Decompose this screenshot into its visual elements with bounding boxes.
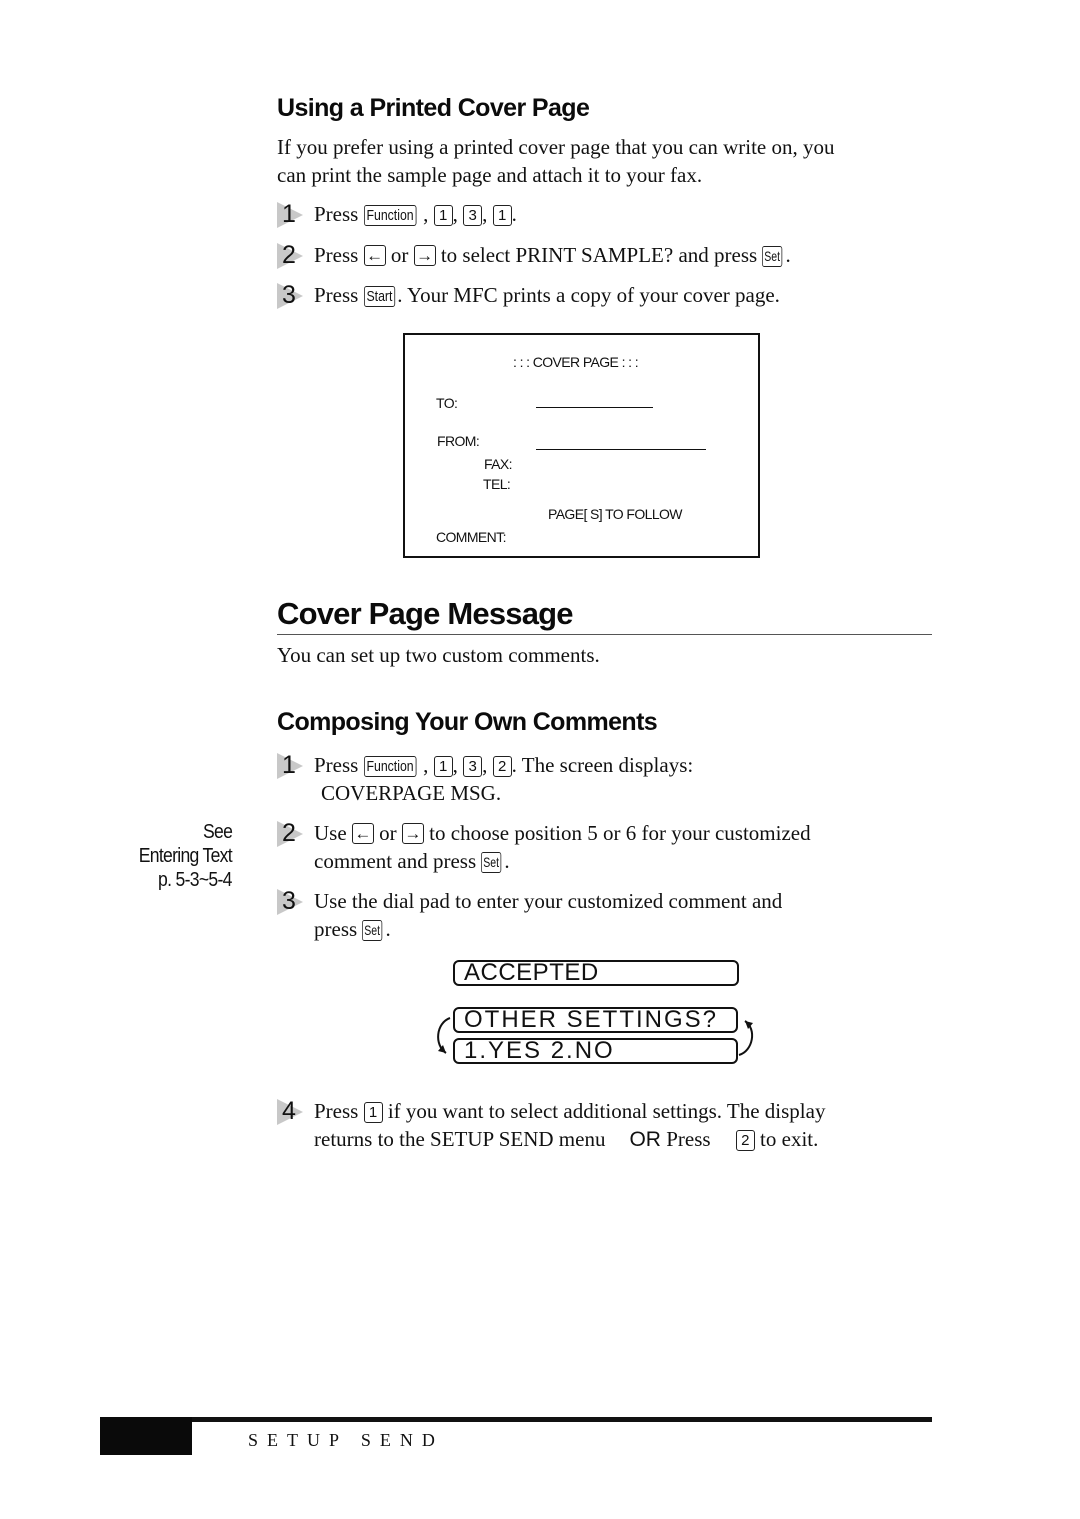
step-text: returns to the SETUP SEND menu	[314, 1127, 606, 1151]
right-arrow-key-icon: →	[401, 823, 424, 844]
lcd-other-settings: OTHER SETTINGS?	[453, 1007, 738, 1033]
sidebar-note-see: See	[202, 821, 233, 843]
to-line	[536, 407, 653, 408]
step-text: .	[785, 243, 791, 267]
step-text: . Your MFC prints a copy of your cover p…	[397, 283, 780, 307]
step-number: 2	[282, 819, 296, 847]
page-title-cover-page-message: Cover Page Message	[277, 596, 574, 631]
step-marker: 1	[277, 751, 307, 779]
step-text: if you want to select additional setting…	[382, 1099, 826, 1123]
step-marker: 2	[277, 819, 307, 847]
set-key: Set	[362, 920, 383, 941]
sidebar-note-page-ref: p. 5-3~5-4	[158, 869, 232, 891]
step-number: 4	[282, 1097, 296, 1125]
step-text: .	[385, 917, 391, 941]
step-text: Use the dial pad to enter your customize…	[314, 889, 783, 913]
cover-title: : : : COVER PAGE : : :	[513, 354, 639, 370]
footer-rule	[100, 1417, 932, 1422]
step-text: Press	[314, 1099, 364, 1123]
cycle-arrow-right-icon	[738, 1020, 754, 1056]
intro-paragraph-line-1: If you prefer using a printed cover page…	[277, 135, 835, 159]
key-1: 1	[492, 205, 512, 226]
sidebar-note-entering-text: Entering Text	[138, 845, 233, 867]
set-key: Set	[481, 852, 502, 873]
footer-section-title: SETUP SEND	[248, 1430, 444, 1450]
step-text: Press	[314, 753, 364, 777]
step-text: press	[314, 917, 363, 941]
key-3: 3	[463, 756, 483, 777]
from-line	[536, 449, 706, 450]
step-text: to select PRINT SAMPLE? and press	[435, 243, 763, 267]
left-arrow-key-icon: ←	[363, 245, 386, 266]
intro-paragraph-line-2: can print the sample page and attach it …	[277, 163, 703, 187]
step-text: to choose position 5 or 6 for your custo…	[423, 821, 811, 845]
step-text: comment and press	[314, 849, 482, 873]
step-marker: 3	[277, 887, 307, 915]
screen-display-text: COVERPAGE MSG.	[321, 781, 502, 805]
step-marker: 1	[277, 200, 307, 228]
lcd-yes-no: 1.YES 2.NO	[453, 1038, 738, 1064]
section-heading-printed-cover-page: Using a Printed Cover Page	[277, 94, 590, 122]
step-text: or	[385, 243, 414, 267]
function-key: Function	[363, 205, 416, 226]
step-number: 1	[282, 751, 296, 779]
step-number: 3	[282, 281, 296, 309]
lcd-accepted: ACCEPTED	[453, 960, 739, 986]
left-arrow-key-icon: ←	[351, 823, 374, 844]
step-number: 3	[282, 887, 296, 915]
key-1: 1	[433, 205, 453, 226]
right-arrow-key-icon: →	[413, 245, 436, 266]
start-key: Start	[363, 286, 395, 307]
from-label: FROM:	[437, 433, 480, 449]
tel-label: TEL:	[483, 476, 511, 492]
key-2: 2	[735, 1130, 755, 1151]
step-text: or	[373, 821, 402, 845]
footer-page-tab	[100, 1417, 192, 1455]
fax-label: FAX:	[484, 456, 513, 472]
cover-page-sample: : : : COVER PAGE : : : TO: FROM: FAX: TE…	[403, 333, 760, 558]
function-key: Function	[363, 756, 416, 777]
pages-to-follow-label: PAGE[ S] TO FOLLOW	[548, 506, 683, 522]
step-marker: 3	[277, 281, 307, 309]
step-text: Press	[314, 243, 364, 267]
step-number: 2	[282, 241, 296, 269]
to-label: TO:	[436, 395, 458, 411]
step-marker: 4	[277, 1097, 307, 1125]
heading-rule	[277, 634, 932, 635]
step-text: .	[511, 202, 517, 226]
comment-label: COMMENT:	[436, 529, 506, 545]
key-2: 2	[492, 756, 512, 777]
step-marker: 2	[277, 241, 307, 269]
set-key: Set	[762, 246, 783, 267]
or-label: OR	[629, 1128, 661, 1151]
section-heading-composing-comments: Composing Your Own Comments	[277, 708, 658, 736]
key-1: 1	[363, 1102, 383, 1123]
cover-message-intro: You can set up two custom comments.	[277, 643, 600, 667]
step-text: .	[504, 849, 510, 873]
step-text: Press	[314, 283, 364, 307]
step-text: to exit.	[754, 1127, 819, 1151]
step-text: . The screen displays:	[511, 753, 694, 777]
step-text: Press	[314, 202, 364, 226]
key-1: 1	[433, 756, 453, 777]
step-text: Use	[314, 821, 352, 845]
key-3: 3	[463, 205, 483, 226]
step-number: 1	[282, 200, 296, 228]
cycle-arrow-left-icon	[437, 1017, 451, 1054]
step-text: Press	[660, 1127, 716, 1151]
